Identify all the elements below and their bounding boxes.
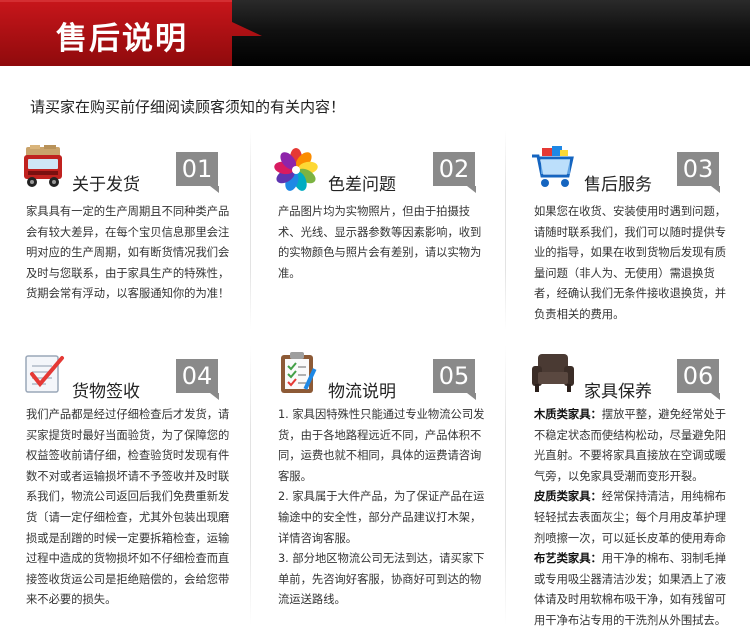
maintenance-label: 皮质类家具： [534, 490, 602, 504]
number-badge: 06 [677, 359, 720, 400]
card-title: 货物签收 [72, 382, 140, 402]
card-paragraph: 我们产品都是经过仔细检查后才发货，请买家提货时最好当面验货，为了保障您的权益签收… [26, 408, 230, 607]
number-badge: 03 [677, 152, 720, 193]
card-body: 1. 家具因特殊性只能通过专业物流公司发货，由于各地路程远近不同，产品体积不同，… [278, 405, 490, 611]
page-title: 售后说明 [56, 21, 188, 57]
card-paragraph: 如果您在收货、安装使用时遇到问题，请随时联系我们，我们可以随时提供专业的指导，如… [534, 205, 727, 321]
card-title: 售后服务 [584, 175, 652, 195]
title-tab: 售后说明 [0, 0, 262, 66]
card-body: 木质类家具：摆放平整，避免经常处于不稳定状态而使结构松动，尽量避免阳光直射。不要… [534, 405, 734, 632]
card-body: 我们产品都是经过仔细检查后才发货，请买家提货时最好当面验货，为了保障您的权益签收… [26, 405, 230, 611]
column-divider [505, 130, 506, 330]
card-paragraph: 2. 家具属于大件产品，为了保证产品在运输途中的安全性，部分产品建议打木架，详情… [278, 490, 485, 545]
maintenance-item: 布艺类家具：用干净的棉布、羽制毛掸或专用吸尘器清洁沙发；如果洒上了液体请及时用软… [534, 549, 734, 631]
maintenance-item: 皮质类家具：经常保持清洁，用纯棉布轻轻拭去表面灰尘；每个月用皮革护理剂喷擦一次，… [534, 487, 734, 549]
delivery-truck-icon [22, 145, 64, 193]
card-body: 家具具有一定的生产周期且不同种类产品会有较大差异，在每个宝贝信息那里会注明对应的… [26, 202, 230, 305]
card-paragraph: 产品图片均为实物照片，但由于拍摄技术、光线、显示器参数等因素影响，收到的实物颜色… [278, 205, 482, 280]
card-title: 关于发货 [72, 175, 140, 195]
card-title: 物流说明 [328, 382, 396, 402]
maintenance-item: 木质类家具：摆放平整，避免经常处于不稳定状态而使结构松动，尽量避免阳光直射。不要… [534, 405, 734, 487]
maintenance-label: 木质类家具： [534, 408, 602, 421]
card-title: 家具保养 [584, 382, 652, 402]
column-divider [250, 345, 251, 625]
card-paragraph: 家具具有一定的生产周期且不同种类产品会有较大差异，在每个宝贝信息那里会注明对应的… [26, 205, 230, 301]
maintenance-label: 布艺类家具： [534, 552, 602, 566]
notice-text: 请买家在购买前仔细阅读顾客须知的有关内容！ [30, 98, 346, 116]
card-paragraph: 3. 部分地区物流公司无法到达，请买家下单前，先咨询好客服，协商好可到达的物流运… [278, 552, 485, 607]
card-title: 色差问题 [328, 175, 396, 195]
column-divider [250, 130, 251, 330]
number-badge: 04 [176, 359, 219, 400]
shopping-cart-icon [530, 146, 576, 194]
card-paragraph: 1. 家具因特殊性只能通过专业物流公司发货，由于各地路程远近不同，产品体积不同，… [278, 408, 485, 483]
armchair-icon [530, 352, 576, 398]
header-bar: 售后说明 [0, 0, 750, 66]
color-palette-icon [274, 148, 318, 196]
number-badge: 01 [176, 152, 219, 193]
clipboard-icon [278, 350, 318, 400]
number-badge: 05 [433, 359, 476, 400]
card-body: 产品图片均为实物照片，但由于拍摄技术、光线、显示器参数等因素影响，收到的实物颜色… [278, 202, 488, 284]
checklist-icon [22, 352, 66, 400]
column-divider [505, 345, 506, 625]
card-body: 如果您在收货、安装使用时遇到问题，请随时联系我们，我们可以随时提供专业的指导，如… [534, 202, 734, 326]
number-badge: 02 [433, 152, 476, 193]
